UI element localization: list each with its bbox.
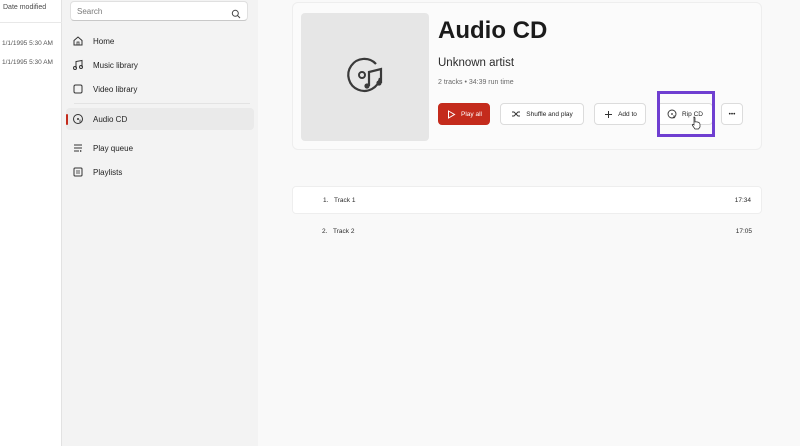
sidebar-item-label: Video library <box>93 84 138 94</box>
main-content: Audio CD Unknown artist 2 tracks • 34:39… <box>258 0 800 446</box>
hand-cursor-icon <box>691 116 701 130</box>
album-header: Audio CD Unknown artist 2 tracks • 34:39… <box>292 2 762 150</box>
track-number: 2. <box>322 228 328 235</box>
track-duration: 17:05 <box>735 228 752 235</box>
sidebar-item-label: Playlists <box>93 167 123 177</box>
add-to-label: Add to <box>618 110 637 118</box>
sidebar-item-label: Home <box>93 36 115 46</box>
shuffle-label: Shuffle and play <box>526 110 573 118</box>
album-art <box>301 13 429 141</box>
file-row-date[interactable]: 1/1/1995 5:30 AM <box>2 59 53 66</box>
track-title: Track 1 <box>334 197 356 204</box>
queue-icon <box>72 142 84 154</box>
date-modified-column-header[interactable]: Date modified <box>3 4 46 11</box>
rip-cd-button[interactable]: Rip CD <box>657 103 713 125</box>
track-row[interactable]: 2. Track 2 17:05 <box>292 218 762 246</box>
media-player-window: Home Music library Video library Audio <box>62 0 800 446</box>
sidebar-item-playlists[interactable]: Playlists <box>66 161 254 183</box>
sidebar-item-music-library[interactable]: Music library <box>66 54 254 76</box>
rip-cd-icon <box>667 109 677 119</box>
video-icon <box>72 83 84 95</box>
search-box[interactable] <box>70 1 248 21</box>
track-title: Track 2 <box>333 228 355 235</box>
sidebar: Home Music library Video library Audio <box>62 0 258 446</box>
album-artist[interactable]: Unknown artist <box>438 57 514 69</box>
track-list: 1. Track 1 17:34 2. Track 2 17:05 <box>292 186 762 246</box>
file-row-date[interactable]: 1/1/1995 5:30 AM <box>2 40 53 47</box>
sidebar-item-video-library[interactable]: Video library <box>66 78 254 100</box>
track-duration: 17:34 <box>734 197 751 204</box>
music-note-icon <box>72 59 84 71</box>
plus-icon <box>603 109 613 119</box>
sidebar-item-label: Play queue <box>93 143 134 153</box>
sidebar-item-home[interactable]: Home <box>66 30 254 52</box>
sidebar-separator <box>74 103 250 104</box>
screen: Date modified 1/1/1995 5:30 AM 1/1/1995 … <box>0 0 800 446</box>
search-icon[interactable] <box>231 6 241 19</box>
home-icon <box>72 35 84 47</box>
search-input[interactable] <box>77 6 231 16</box>
sidebar-item-label: Audio CD <box>93 114 128 124</box>
play-all-label: Play all <box>461 110 482 118</box>
sidebar-item-label: Music library <box>93 60 138 70</box>
sidebar-item-play-queue[interactable]: Play queue <box>66 137 254 159</box>
shuffle-icon <box>511 109 521 119</box>
cd-music-icon <box>342 52 388 103</box>
play-icon <box>446 109 456 119</box>
album-meta: 2 tracks • 34:39 run time <box>438 79 514 86</box>
cd-icon <box>72 113 84 125</box>
play-all-button[interactable]: Play all <box>438 103 490 125</box>
shuffle-and-play-button[interactable]: Shuffle and play <box>500 103 584 125</box>
add-to-button[interactable]: Add to <box>594 103 646 125</box>
track-number: 1. <box>323 197 329 204</box>
file-explorer-window: Date modified 1/1/1995 5:30 AM 1/1/1995 … <box>0 0 62 446</box>
album-title: Audio CD <box>438 17 548 44</box>
track-row[interactable]: 1. Track 1 17:34 <box>292 186 762 214</box>
sidebar-item-audio-cd[interactable]: Audio CD <box>66 108 254 130</box>
column-divider <box>0 22 62 23</box>
more-options-button[interactable]: ••• <box>721 103 743 125</box>
playlist-icon <box>72 166 84 178</box>
more-icon: ••• <box>728 110 736 118</box>
